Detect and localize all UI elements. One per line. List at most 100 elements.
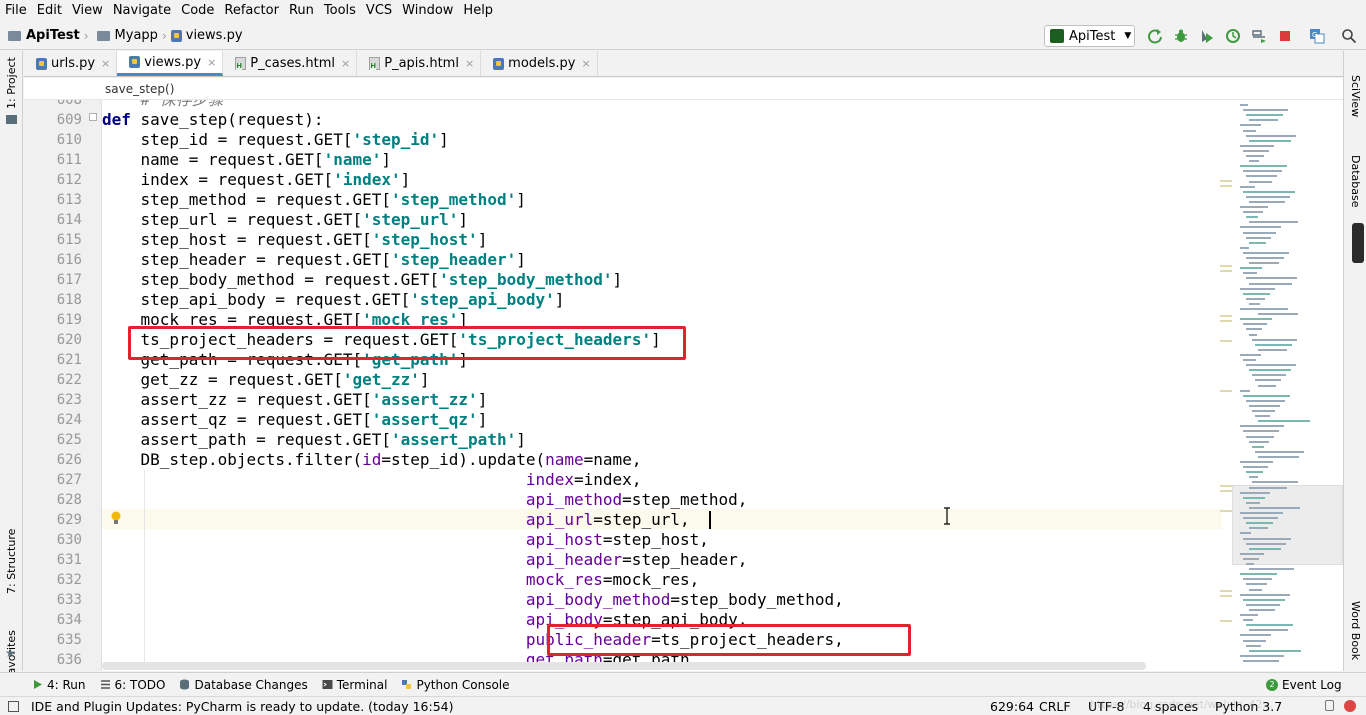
nav-file[interactable]: views.py: [186, 28, 243, 43]
stripe-marker[interactable]: [1220, 390, 1232, 392]
nav-folder[interactable]: Myapp: [115, 28, 158, 43]
lightbulb-icon[interactable]: [111, 511, 121, 525]
stripe-marker[interactable]: [1220, 340, 1232, 342]
caret-position[interactable]: 629:64: [990, 697, 1034, 715]
wordbook-tool-button[interactable]: Word Book: [1349, 601, 1362, 660]
event-log-button[interactable]: 2 Event Log: [1266, 678, 1342, 692]
stripe-marker[interactable]: [1220, 180, 1232, 182]
breadcrumb-function[interactable]: save_step(): [105, 82, 174, 96]
code-text[interactable]: step_method = request.GET['step_method']: [102, 190, 526, 210]
tab-p_apis-html[interactable]: H P_apis.html ×: [357, 51, 482, 76]
code-text[interactable]: step_url = request.GET['step_url']: [102, 210, 469, 230]
tab-p_cases-html[interactable]: H P_cases.html ×: [223, 51, 358, 76]
menu-vcs[interactable]: VCS: [361, 0, 397, 22]
code-text[interactable]: # 保存步骤: [102, 100, 224, 110]
code-text[interactable]: assert_zz = request.GET['assert_zz']: [102, 390, 488, 410]
code-text[interactable]: def save_step(request):: [102, 110, 324, 130]
code-text[interactable]: name = request.GET['name']: [102, 150, 391, 170]
inspector-icon[interactable]: [1344, 700, 1356, 712]
menu-help[interactable]: Help: [458, 0, 498, 22]
code-text[interactable]: api_body_method=step_body_method,: [102, 590, 844, 610]
stripe-marker[interactable]: [1220, 315, 1232, 317]
code-text[interactable]: api_method=step_method,: [102, 490, 748, 510]
code-text[interactable]: assert_path = request.GET['assert_path']: [102, 430, 526, 450]
tab-models-py[interactable]: models.py ×: [481, 51, 598, 76]
translate-icon[interactable]: G: [1309, 28, 1325, 44]
tab-urls-py[interactable]: urls.py ×: [24, 51, 118, 76]
run-tool-button[interactable]: 4: Run: [32, 678, 86, 692]
stop-icon[interactable]: [1277, 28, 1293, 44]
menu-refactor[interactable]: Refactor: [219, 0, 284, 22]
stripe-marker[interactable]: [1220, 510, 1232, 512]
run-configuration-select[interactable]: ApiTest ▼: [1044, 25, 1135, 47]
line-separator[interactable]: CRLF: [1039, 697, 1071, 715]
code-minimap[interactable]: [1232, 100, 1343, 671]
menu-window[interactable]: Window: [397, 0, 458, 22]
stripe-marker[interactable]: [1220, 265, 1232, 267]
scroll-thumb[interactable]: [1352, 223, 1364, 263]
line-number: 623: [56, 392, 82, 408]
sciview-tool-button[interactable]: SciView: [1349, 75, 1362, 117]
code-text[interactable]: assert_qz = request.GET['assert_qz']: [102, 410, 488, 430]
code-text[interactable]: step_id = request.GET['step_id']: [102, 130, 449, 150]
tab-views-py[interactable]: views.py ×: [117, 51, 224, 76]
debug-icon[interactable]: [1173, 28, 1189, 44]
stripe-marker[interactable]: [1220, 620, 1232, 622]
code-text[interactable]: DB_step.objects.filter(id=step_id).updat…: [102, 450, 642, 470]
structure-tool-button[interactable]: 7: Structure: [5, 529, 18, 594]
code-text[interactable]: mock_res=mock_res,: [102, 570, 699, 590]
database-changes-label: Database Changes: [194, 677, 308, 692]
stripe-marker[interactable]: [1220, 320, 1232, 322]
menu-code[interactable]: Code: [176, 0, 219, 22]
code-text[interactable]: api_header=step_header,: [102, 550, 748, 570]
code-text[interactable]: index = request.GET['index']: [102, 170, 411, 190]
code-text[interactable]: step_body_method = request.GET['step_bod…: [102, 270, 623, 290]
todo-tool-button[interactable]: 6: TODO: [100, 678, 165, 692]
stripe-marker[interactable]: [1220, 485, 1232, 487]
code-text[interactable]: api_url=step_url,: [102, 510, 690, 530]
concurrency-icon[interactable]: [1251, 28, 1267, 44]
close-icon[interactable]: ×: [582, 57, 591, 70]
menu-edit[interactable]: Edit: [32, 0, 67, 22]
todo-icon: [100, 680, 110, 689]
search-everywhere-icon[interactable]: [1341, 28, 1357, 44]
status-panel-icon[interactable]: [8, 701, 19, 712]
code-text[interactable]: step_header = request.GET['step_header']: [102, 250, 526, 270]
code-editor[interactable]: 608 # 保存步骤 609 def save_step(request):610 …: [24, 100, 1343, 671]
profile-icon[interactable]: [1225, 28, 1241, 44]
minimap-line: [1240, 614, 1258, 616]
lock-icon[interactable]: [1325, 700, 1334, 711]
stripe-marker[interactable]: [1220, 590, 1232, 592]
code-text[interactable]: step_api_body = request.GET['step_api_bo…: [102, 290, 565, 310]
menu-file[interactable]: File: [0, 0, 32, 22]
rerun-icon[interactable]: [1147, 28, 1163, 44]
database-changes-tool-button[interactable]: Database Changes: [179, 677, 308, 692]
stripe-marker[interactable]: [1220, 270, 1232, 272]
close-icon[interactable]: ×: [465, 57, 474, 70]
minimap-line: [1246, 328, 1262, 331]
stripe-marker[interactable]: [1220, 185, 1232, 187]
database-tool-button[interactable]: Database: [1349, 155, 1362, 208]
status-message[interactable]: IDE and Plugin Updates: PyCharm is ready…: [31, 697, 453, 715]
menu-navigate[interactable]: Navigate: [108, 0, 176, 22]
code-text[interactable]: step_host = request.GET['step_host']: [102, 230, 488, 250]
code-text[interactable]: get_zz = request.GET['get_zz']: [102, 370, 430, 390]
close-icon[interactable]: ×: [101, 57, 110, 70]
close-icon[interactable]: ×: [207, 56, 216, 69]
code-text[interactable]: api_host=step_host,: [102, 530, 709, 550]
python-console-tool-button[interactable]: Python Console: [401, 678, 510, 692]
minimap-line: [1243, 272, 1257, 275]
run-coverage-icon[interactable]: [1199, 28, 1215, 44]
stripe-marker[interactable]: [1220, 595, 1232, 597]
code-breadcrumb: save_step(): [24, 78, 1343, 100]
menu-run[interactable]: Run: [284, 0, 319, 22]
menu-tools[interactable]: Tools: [319, 0, 361, 22]
close-icon[interactable]: ×: [341, 57, 350, 70]
menu-view[interactable]: View: [67, 0, 108, 22]
stripe-marker[interactable]: [1220, 490, 1232, 492]
horizontal-scrollbar[interactable]: [102, 662, 1146, 670]
nav-project[interactable]: ApiTest: [26, 28, 80, 43]
terminal-tool-button[interactable]: Terminal: [322, 678, 387, 692]
project-tool-button[interactable]: 1: Project: [5, 57, 18, 109]
code-text[interactable]: index=index,: [102, 470, 642, 490]
